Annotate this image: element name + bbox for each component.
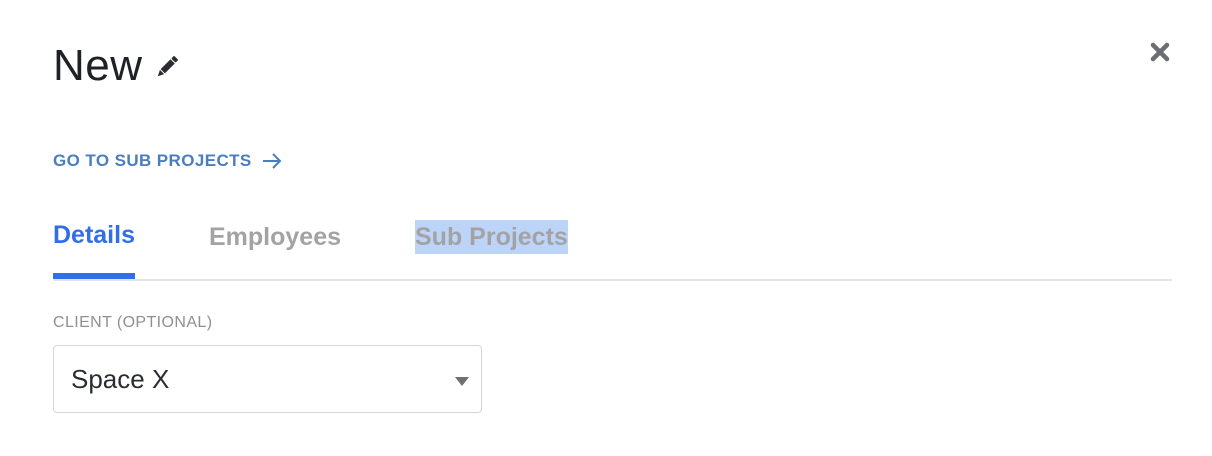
tab-label: Employees <box>209 223 342 251</box>
tab-bar: Details Employees Sub Projects <box>53 210 1172 281</box>
tab-sub-projects[interactable]: Sub Projects <box>415 212 568 262</box>
close-button[interactable] <box>1145 37 1175 67</box>
go-to-sub-projects-link[interactable]: GO TO SUB PROJECTS <box>53 150 283 172</box>
pencil-icon[interactable] <box>153 53 181 81</box>
close-icon <box>1150 42 1170 62</box>
tab-employees[interactable]: Employees <box>209 212 341 262</box>
tab-label: Details <box>53 221 135 249</box>
client-select[interactable]: Space X <box>53 345 482 413</box>
chevron-down-icon <box>455 377 469 386</box>
sub-projects-link-label: GO TO SUB PROJECTS <box>53 151 252 170</box>
tab-label: Sub Projects <box>415 220 568 254</box>
client-select-value: Space X <box>71 363 170 394</box>
client-field-label: CLIENT (OPTIONAL) <box>53 314 213 331</box>
arrow-right-icon <box>261 150 283 172</box>
modal-header: New <box>53 40 181 92</box>
tab-details[interactable]: Details <box>53 210 135 279</box>
page-title: New <box>53 41 143 90</box>
